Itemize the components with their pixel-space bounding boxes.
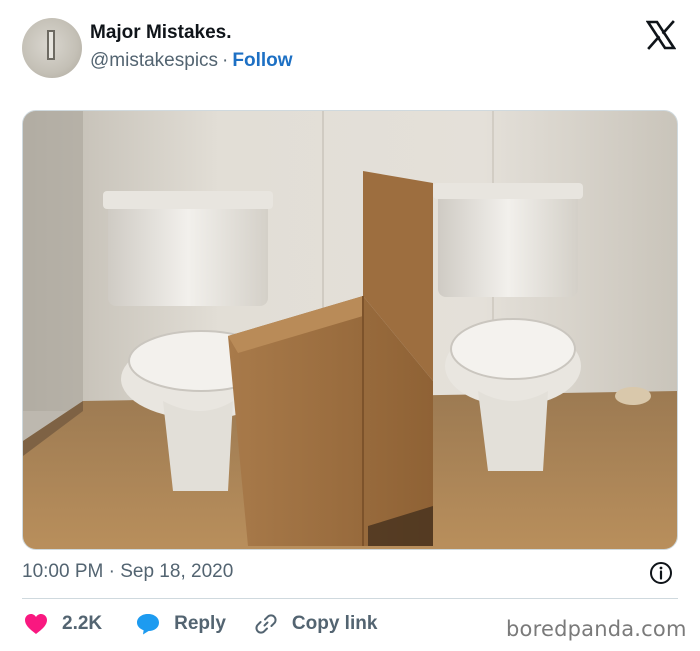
display-name[interactable]: Major Mistakes.	[90, 22, 232, 44]
divider	[22, 598, 678, 599]
avatar[interactable]	[22, 18, 82, 78]
copy-link-button[interactable]: Copy link	[254, 612, 378, 636]
tweet-photo[interactable]	[22, 110, 678, 550]
like-count: 2.2K	[62, 613, 103, 634]
x-logo-icon[interactable]	[646, 20, 676, 50]
info-icon[interactable]	[649, 561, 673, 585]
heart-icon	[25, 614, 47, 634]
tweet-date: Sep 18, 2020	[120, 561, 234, 582]
reply-button[interactable]: Reply	[136, 613, 226, 635]
photo-illustration	[23, 111, 677, 549]
avatar-picture-frame	[47, 30, 55, 60]
follow-button[interactable]: Follow	[232, 50, 292, 71]
handle[interactable]: @mistakespics	[90, 50, 218, 71]
like-button[interactable]: 2.2K	[24, 613, 102, 635]
reply-label: Reply	[174, 613, 226, 634]
reply-bubble-icon	[137, 614, 160, 635]
tweet-time: 10:00 PM	[22, 561, 104, 582]
time-separator: ·	[108, 561, 115, 582]
tweet-card: Major Mistakes. @mistakespics · Follow 1…	[0, 0, 700, 651]
tweet-actions: 2.2K Reply Copy link	[24, 610, 377, 638]
handle-separator: ·	[222, 50, 229, 71]
copy-link-label: Copy link	[291, 613, 378, 634]
link-icon	[255, 614, 277, 634]
timestamp[interactable]: 10:00 PM · Sep 18, 2020	[22, 561, 233, 583]
handle-row: @mistakespics · Follow	[90, 50, 293, 72]
watermark: boredpanda.com	[506, 617, 687, 641]
